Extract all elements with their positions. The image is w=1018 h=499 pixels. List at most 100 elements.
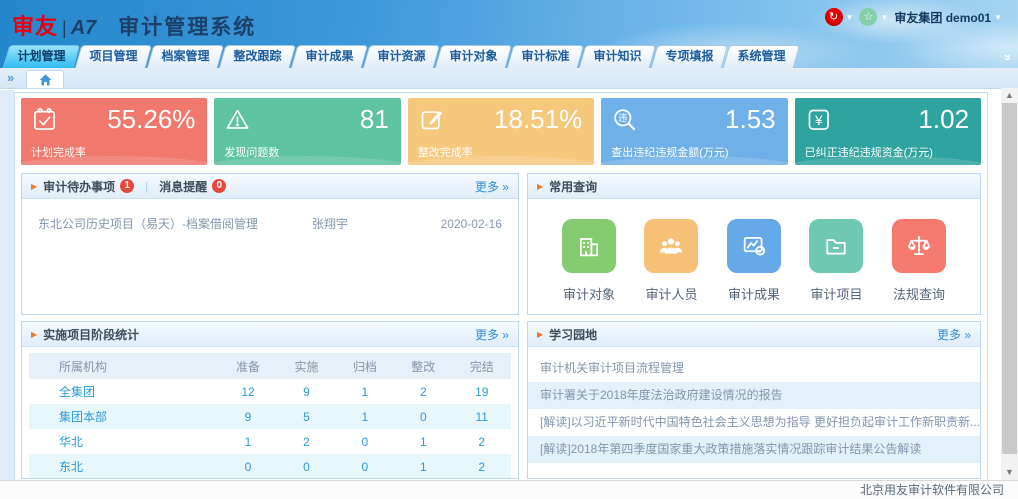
- stat-cell[interactable]: 9: [219, 404, 277, 429]
- footer: 北京用友审计软件有限公司: [0, 480, 1018, 499]
- stats-title: 实施项目阶段统计: [43, 326, 139, 343]
- todo-panel: ▶ 审计待办事项 1 | 消息提醒 0 更多 » 东北公司历史项目（易天）-档案…: [21, 173, 519, 315]
- stats-more-link[interactable]: 更多 »: [475, 326, 509, 343]
- todo-item-date: 2020-02-16: [422, 217, 502, 231]
- todo-list-item[interactable]: 东北公司历史项目（易天）-档案借阅管理 张翔宇 2020-02-16: [22, 199, 518, 232]
- tab-plan-management[interactable]: 计划管理: [6, 45, 77, 68]
- stat-cell[interactable]: 2: [453, 454, 511, 479]
- quick-query-tiles: 审计对象: [528, 199, 980, 303]
- tile-label: 审计人员: [644, 284, 698, 303]
- stat-cell[interactable]: 0: [394, 404, 452, 429]
- stat-cell[interactable]: 2: [394, 379, 452, 404]
- stat-cell[interactable]: 1: [219, 429, 277, 454]
- home-tab[interactable]: [26, 70, 64, 88]
- section-bullet-icon: ▶: [537, 330, 543, 339]
- stat-cell[interactable]: 0: [336, 429, 394, 454]
- list-item[interactable]: 审计机关审计项目流程管理: [528, 355, 980, 382]
- query-audit-results[interactable]: 审计成果: [727, 219, 781, 303]
- message-reminder-title[interactable]: 消息提醒: [159, 178, 207, 195]
- vertical-scrollbar[interactable]: ▲ ▼: [1001, 88, 1018, 480]
- todo-more-link[interactable]: 更多 »: [475, 178, 509, 195]
- tab-archive-management[interactable]: 档案管理: [150, 45, 221, 68]
- tab-project-management[interactable]: 项目管理: [78, 45, 149, 68]
- scroll-up-icon[interactable]: ▲: [1001, 88, 1018, 103]
- list-item[interactable]: 审计署关于2018年度法治政府建设情况的报告: [528, 382, 980, 409]
- kpi-value: 55.26%: [107, 104, 195, 135]
- query-regulations[interactable]: 法规查询: [892, 219, 946, 303]
- stat-cell[interactable]: 19: [453, 379, 511, 404]
- stat-cell[interactable]: 2: [453, 429, 511, 454]
- tab-audit-objects[interactable]: 审计对象: [438, 45, 509, 68]
- kpi-rectification-completion[interactable]: 18.51% 整改完成率: [408, 98, 594, 165]
- kpi-violation-funds-corrected[interactable]: ¥ 1.02 已纠正违纪违规资金(万元): [795, 98, 981, 165]
- panel-grid: ▶ 审计待办事项 1 | 消息提醒 0 更多 » 东北公司历史项目（易天）-档案…: [21, 173, 981, 479]
- kpi-found-issues[interactable]: 81 发现问题数: [214, 98, 400, 165]
- query-audit-objects[interactable]: 审计对象: [562, 219, 616, 303]
- learning-list: 审计机关审计项目流程管理 审计署关于2018年度法治政府建设情况的报告 [解读]…: [528, 355, 980, 463]
- collapse-up-icon[interactable]: «: [999, 54, 1014, 61]
- query-audit-projects[interactable]: 审计项目: [809, 219, 863, 303]
- scroll-down-icon[interactable]: ▼: [1001, 465, 1018, 480]
- stat-cell[interactable]: 1: [336, 379, 394, 404]
- learning-title: 学习园地: [549, 326, 597, 343]
- left-margin: [0, 90, 14, 480]
- todo-title[interactable]: 审计待办事项: [43, 178, 115, 195]
- todo-item-name[interactable]: 东北公司历史项目（易天）-档案借阅管理: [38, 215, 312, 232]
- kpi-value: 1.02: [918, 104, 969, 135]
- table-row: 全集团 12 9 1 2 19: [29, 379, 511, 404]
- tab-special-reporting[interactable]: 专项填报: [654, 45, 725, 68]
- org-cell[interactable]: 全集团: [29, 379, 219, 404]
- stat-cell[interactable]: 9: [277, 379, 335, 404]
- stat-cell[interactable]: 0: [336, 454, 394, 479]
- content-area: 55.26% 计划完成率 81 发现问题数: [0, 90, 1001, 480]
- stats-panel-header: ▶ 实施项目阶段统计 更多 »: [22, 322, 518, 347]
- chevron-down-icon[interactable]: ▼: [880, 13, 888, 22]
- chevron-down-icon[interactable]: ▼: [846, 13, 854, 22]
- tab-system-management[interactable]: 系统管理: [726, 45, 797, 68]
- folder-icon: [809, 219, 863, 273]
- list-item[interactable]: [解读]2018年第四季度国家重大政策措施落实情况跟踪审计结果公告解读: [528, 436, 980, 463]
- calendar-check-icon: [31, 106, 58, 133]
- people-group-icon: [644, 219, 698, 273]
- org-cell[interactable]: 华北: [29, 429, 219, 454]
- stat-cell[interactable]: 0: [219, 454, 277, 479]
- tab-audit-standards[interactable]: 审计标准: [510, 45, 581, 68]
- kpi-plan-completion[interactable]: 55.26% 计划完成率: [21, 98, 207, 165]
- kpi-value: 1.53: [725, 104, 776, 135]
- learning-panel-header: ▶ 学习园地 更多 »: [528, 322, 980, 347]
- stat-cell[interactable]: 5: [277, 404, 335, 429]
- learning-more-link[interactable]: 更多 »: [937, 326, 971, 343]
- chart-check-icon: [727, 219, 781, 273]
- user-menu[interactable]: 审友集团 demo01: [894, 9, 991, 26]
- org-cell[interactable]: 集团本部: [29, 404, 219, 429]
- warning-triangle-icon: [224, 106, 251, 133]
- learning-panel: ▶ 学习园地 更多 » 审计机关审计项目流程管理 审计署关于2018年度法治政府…: [527, 321, 981, 479]
- stat-cell[interactable]: 1: [394, 454, 452, 479]
- stat-cell[interactable]: 1: [394, 429, 452, 454]
- stat-cell[interactable]: 1: [336, 404, 394, 429]
- stat-cell[interactable]: 11: [453, 404, 511, 429]
- tab-audit-results[interactable]: 审计成果: [294, 45, 365, 68]
- user-area: ↻ ▼ ☆ ▼ 审友集团 demo01 ▼: [825, 7, 1008, 27]
- scrollbar-thumb[interactable]: [1002, 103, 1017, 454]
- tab-audit-knowledge[interactable]: 审计知识: [582, 45, 653, 68]
- stat-cell[interactable]: 0: [277, 454, 335, 479]
- stat-cell[interactable]: 2: [277, 429, 335, 454]
- refresh-icon[interactable]: ↻: [825, 8, 843, 26]
- chevron-down-icon[interactable]: ▼: [994, 13, 1002, 22]
- list-item[interactable]: [解读]以习近平新时代中国特色社会主义思想为指导 更好担负起审计工作新职责新..…: [528, 409, 980, 436]
- query-audit-personnel[interactable]: 审计人员: [644, 219, 698, 303]
- tab-rectification-tracking[interactable]: 整改跟踪: [222, 45, 293, 68]
- tab-scroll-icon[interactable]: »: [7, 70, 14, 85]
- table-row: 东北 0 0 0 1 2: [29, 454, 511, 479]
- kpi-cards: 55.26% 计划完成率 81 发现问题数: [21, 98, 981, 165]
- app-window: 审友 | A7 审计管理系统 ↻ ▼ ☆ ▼ 审友集团 demo01 ▼ 计划管…: [0, 0, 1018, 499]
- tab-audit-resources[interactable]: 审计资源: [366, 45, 437, 68]
- favorite-star-icon[interactable]: ☆: [859, 8, 877, 26]
- org-cell[interactable]: 东北: [29, 454, 219, 479]
- stat-cell[interactable]: 12: [219, 379, 277, 404]
- section-bullet-icon: ▶: [31, 330, 37, 339]
- kpi-label: 发现问题数: [224, 144, 279, 160]
- kpi-violation-amount-found[interactable]: 违 1.53 查出违纪违规金额(万元): [601, 98, 787, 165]
- search-violation-icon: 违: [611, 106, 638, 133]
